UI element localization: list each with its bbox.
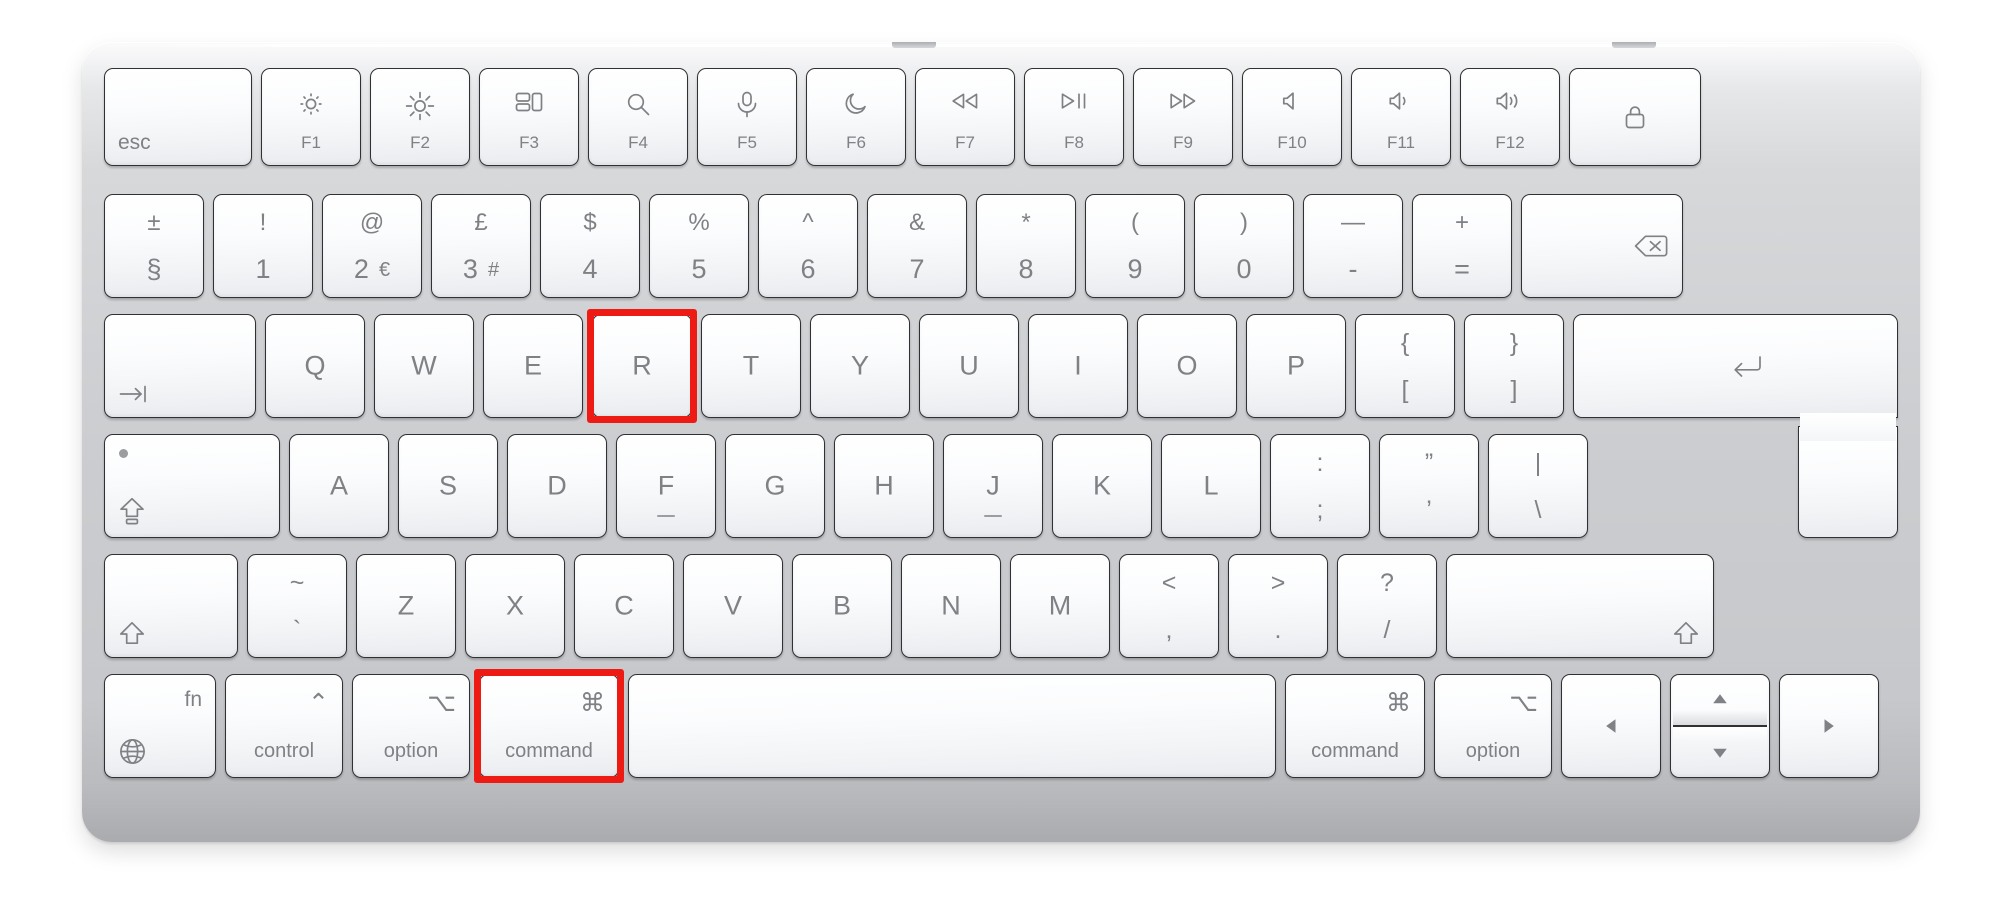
return-icon — [1732, 355, 1762, 377]
key-return[interactable] — [82, 42, 1920, 842]
screenshot-root: esc F1 F2 F3 F4 F5 F6 F7 F8 F9 F10 F11 F12 ± §! 1 @2 € £3 #… — [0, 0, 2000, 900]
return-lower — [1798, 426, 1898, 538]
magic-keyboard: esc F1 F2 F3 F4 F5 F6 F7 F8 F9 F10 F11 F12 ± §! 1 @2 € £3 #… — [82, 42, 1920, 842]
return-seam — [1800, 413, 1896, 441]
